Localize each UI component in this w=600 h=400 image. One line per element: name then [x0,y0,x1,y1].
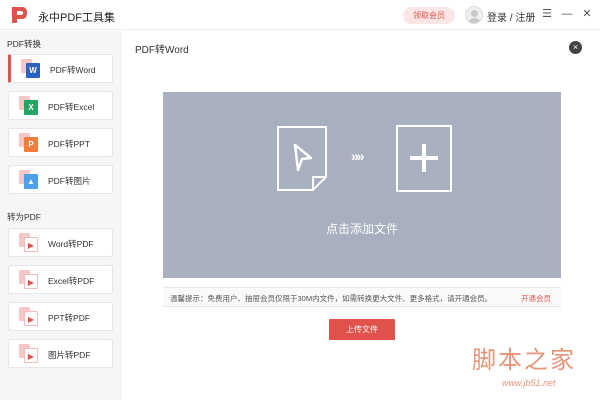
sidebar-item-ppt-to-pdf[interactable]: ▶ PPT转PDF [8,302,113,331]
watermark: 脚本之家 www.jb51.net [462,338,597,396]
sidebar-item-label: 图片转PDF [48,350,91,360]
pdf-icon: ▶ [19,307,39,326]
page-title: PDF转Word [135,45,189,56]
sidebar-item-word-to-pdf[interactable]: ▶ Word转PDF [8,228,113,257]
sidebar-item-label: PDF转Excel [48,102,95,112]
sidebar-item-label: PPT转PDF [48,313,91,323]
excel-icon: X [19,96,39,115]
sidebar-item-label: Excel转PDF [48,276,95,286]
sidebar-item-pdf-to-image[interactable]: ▲ PDF转图片 [8,165,113,194]
sidebar-item-label: Word转PDF [48,239,94,249]
add-file-icon [396,125,452,192]
open-membership-link[interactable]: 开通会员 [521,293,551,304]
sidebar-item-label: PDF转PPT [48,139,91,149]
menu-icon[interactable]: ☰ [540,7,554,21]
claim-vip-button[interactable]: 领取会员 [403,7,455,24]
sidebar-item-excel-to-pdf[interactable]: ▶ Excel转PDF [8,265,113,294]
section-title-pdf-convert: PDF转换 [7,39,42,49]
watermark-url: www.jb51.net [502,378,556,388]
tip-bar: 温馨提示：免费用户、抽屉会员仅限于30M内文件，如需转换更大文件、更多格式，请开… [163,287,561,307]
app-title: 永中PDF工具集 [38,12,115,24]
word-icon: W [21,59,41,78]
pdf-icon: ▶ [19,270,39,289]
tip-text: 温馨提示：免费用户、抽屉会员仅限于30M内文件，如需转换更大文件、更多格式，请开… [170,294,493,303]
watermark-title: 脚本之家 [472,346,576,374]
upload-file-button[interactable]: 上传文件 [329,319,395,340]
sidebar-item-pdf-to-excel[interactable]: X PDF转Excel [8,91,113,120]
avatar[interactable] [465,6,483,24]
arrows-icon: »» [351,148,365,164]
image-icon: ▲ [19,170,39,189]
drop-zone-label: 点击添加文件 [325,222,398,236]
ppt-icon: P [19,133,39,152]
file-drop-zone[interactable]: »» 点击添加文件 [163,92,561,278]
close-panel-icon[interactable]: × [569,41,582,54]
pdf-file-icon [277,126,327,191]
sidebar: PDF转换 W PDF转Word X PDF转Excel P PDF转PPT ▲… [0,31,122,400]
sidebar-item-label: PDF转Word [50,65,96,75]
minimize-icon[interactable]: — [560,7,574,21]
title-bar: 永中PDF工具集 领取会员 登录 / 注册 ☰ — ✕ [0,0,600,30]
sidebar-item-pdf-to-ppt[interactable]: P PDF转PPT [8,128,113,157]
pdf-icon: ▶ [19,233,39,252]
pdf-icon: ▶ [19,344,39,363]
avatar-head [471,10,478,17]
sidebar-item-image-to-pdf[interactable]: ▶ 图片转PDF [8,339,113,368]
avatar-body [468,18,481,23]
close-window-icon[interactable]: ✕ [580,7,594,21]
app-logo-icon [12,7,27,23]
login-register-link[interactable]: 登录 / 注册 [487,9,535,24]
sidebar-item-label: PDF转图片 [48,176,91,186]
sidebar-item-pdf-to-word[interactable]: W PDF转Word [8,54,113,83]
section-title-to-pdf: 转为PDF [7,212,42,222]
